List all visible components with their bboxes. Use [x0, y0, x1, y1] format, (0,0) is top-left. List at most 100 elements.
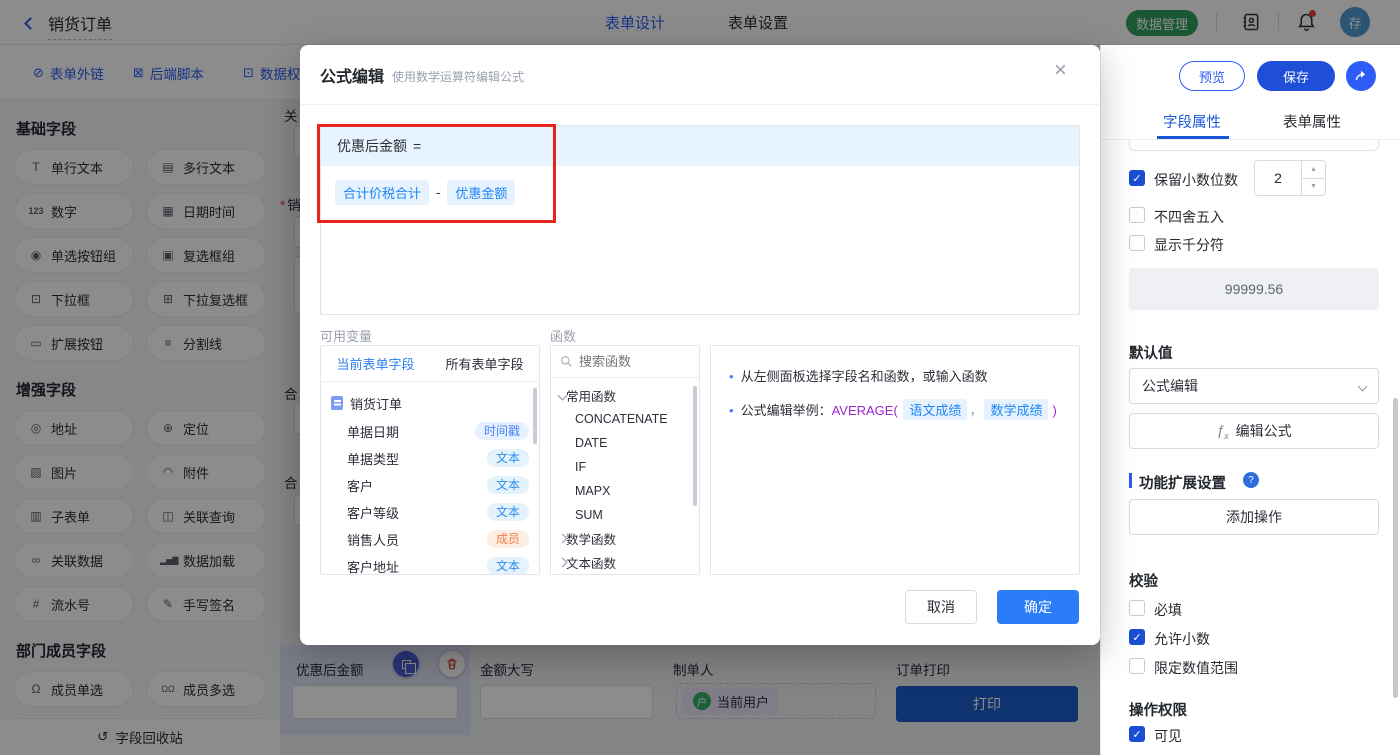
variable-row[interactable]: 单据日期时间戳: [321, 418, 539, 444]
field-pill-multi-select[interactable]: ⊞下拉复选框: [146, 281, 266, 317]
stepper-up[interactable]: ▲: [1302, 161, 1325, 179]
field-recycle-bin[interactable]: ↺字段回收站: [0, 718, 280, 755]
field-pill-serial-number[interactable]: #流水号: [14, 586, 134, 622]
contacts-icon[interactable]: [1241, 12, 1261, 35]
tab-form-settings[interactable]: 表单设置: [728, 12, 788, 33]
field-pill-single-line-text[interactable]: T单行文本: [14, 149, 134, 185]
decimal-checkbox[interactable]: ✓: [1129, 170, 1145, 186]
field-pill-multi-line-text[interactable]: ▤多行文本: [146, 149, 266, 185]
field-pill-radio-group[interactable]: ◉单选按钮组: [14, 237, 134, 273]
partial-field-label: 合: [284, 472, 298, 492]
close-icon[interactable]: ×: [1054, 59, 1067, 81]
field-pill-select[interactable]: ⊡下拉框: [14, 281, 134, 317]
field-pill-signature[interactable]: ✎手写签名: [146, 586, 266, 622]
scrollbar-thumb[interactable]: [693, 386, 697, 506]
edit-formula-button[interactable]: ƒx 编辑公式: [1129, 413, 1379, 449]
notification-bell-icon[interactable]: [1296, 11, 1317, 35]
field-pill-data-load[interactable]: ▂▅▇数据加载: [146, 542, 266, 578]
tab-all-form-fields[interactable]: 所有表单字段: [430, 346, 539, 381]
field-pill-checkbox-group[interactable]: ▣复选框组: [146, 237, 266, 273]
field-pill-subform[interactable]: ▥子表单: [14, 498, 134, 534]
delete-field-button[interactable]: [439, 651, 465, 677]
required-checkbox[interactable]: [1129, 600, 1145, 616]
decimal-stepper[interactable]: 2 ▲ ▼: [1254, 160, 1326, 196]
thousand-sep-checkbox[interactable]: [1129, 235, 1145, 251]
back-button[interactable]: [26, 16, 35, 31]
field-pill-linked-data[interactable]: ∞关联数据: [14, 542, 134, 578]
function-item[interactable]: DATE: [551, 431, 699, 454]
field-pill-number[interactable]: 123数字: [14, 193, 134, 229]
data-manage-button[interactable]: 数据管理: [1126, 10, 1198, 36]
decimal-label: 保留小数位数: [1154, 170, 1238, 190]
confirm-button[interactable]: 确定: [997, 590, 1079, 624]
variable-row[interactable]: 销售人员成员: [321, 526, 539, 552]
bullet-icon: •: [729, 403, 734, 418]
share-button[interactable]: [1346, 61, 1376, 91]
tab-form-design[interactable]: 表单设计: [605, 12, 665, 33]
target-icon: ⊕: [160, 421, 176, 435]
scrollbar-thumb[interactable]: [533, 388, 537, 444]
function-item[interactable]: CONCATENATE: [551, 407, 699, 430]
field-pill-attachment[interactable]: ◠附件: [146, 454, 266, 490]
variable-row[interactable]: 客户地址文本: [321, 553, 539, 575]
function-group-common[interactable]: 常用函数: [551, 384, 699, 407]
avatar[interactable]: 存: [1340, 7, 1370, 37]
field-pill-linked-query[interactable]: ◫关联查询: [146, 498, 266, 534]
function-group-math[interactable]: 数学函数: [551, 527, 699, 550]
multi-dropdown-icon: ⊞: [160, 292, 176, 306]
field-pill-location[interactable]: ⊕定位: [146, 410, 266, 446]
cancel-button[interactable]: 取消: [905, 590, 977, 624]
discounted-amount-input[interactable]: [292, 685, 458, 719]
partial-field-label: *销: [280, 194, 301, 214]
help-icon[interactable]: ?: [1243, 472, 1259, 488]
field-pill-image[interactable]: ▧图片: [14, 454, 134, 490]
tab-field-props[interactable]: 字段属性: [1163, 111, 1221, 132]
notification-dot: [1309, 10, 1316, 17]
tab-form-props[interactable]: 表单属性: [1283, 111, 1341, 132]
preview-button[interactable]: 预览: [1179, 61, 1245, 91]
default-value-select[interactable]: 公式编辑: [1129, 368, 1379, 404]
amount-words-input[interactable]: [480, 685, 653, 719]
window-scrollbar[interactable]: [1393, 398, 1398, 698]
form-external-link[interactable]: ⊘表单外链: [33, 63, 104, 83]
stepper-down[interactable]: ▼: [1302, 179, 1325, 196]
print-button[interactable]: 打印: [896, 686, 1078, 722]
field-pill-member-single[interactable]: Ω成员单选: [14, 671, 134, 707]
no-rounding-checkbox[interactable]: [1129, 207, 1145, 223]
variable-row[interactable]: 客户文本: [321, 472, 539, 498]
function-item[interactable]: MAPX: [551, 479, 699, 502]
visible-checkbox[interactable]: ✓: [1129, 726, 1145, 742]
field-pill-datetime[interactable]: ▦日期时间: [146, 193, 266, 229]
variable-row[interactable]: 客户等级文本: [321, 499, 539, 525]
form-title[interactable]: 销货订单: [48, 11, 112, 40]
dropdown-icon: ⊡: [28, 292, 44, 306]
variable-row[interactable]: 单据类型文本: [321, 445, 539, 471]
section-title-basic: 基础字段: [16, 118, 280, 139]
tab-current-form-fields[interactable]: 当前表单字段: [321, 346, 430, 381]
fx-icon: ƒx: [1216, 422, 1228, 441]
allow-decimal-checkbox[interactable]: ✓: [1129, 629, 1145, 645]
function-search[interactable]: [551, 346, 699, 378]
link-icon: ⊘: [33, 65, 44, 81]
function-item[interactable]: SUM: [551, 503, 699, 526]
add-action-button[interactable]: 添加操作: [1129, 499, 1379, 535]
current-user-chip[interactable]: 户当前用户: [683, 688, 779, 714]
field-pill-member-multi[interactable]: ΩΩ成员多选: [146, 671, 266, 707]
help-line-1: •从左侧面板选择字段名和函数，或输入函数: [729, 366, 1079, 385]
field-pill-divider[interactable]: ≡分割线: [146, 325, 266, 361]
save-button[interactable]: 保存: [1257, 61, 1335, 91]
creator-field[interactable]: 户当前用户: [676, 683, 876, 719]
section-title-enhanced: 增强字段: [16, 379, 280, 400]
field-pill-address[interactable]: ◎地址: [14, 410, 134, 446]
function-search-input[interactable]: [579, 354, 679, 369]
required-mark: *: [280, 198, 285, 213]
copy-field-button[interactable]: [393, 651, 419, 677]
function-item[interactable]: IF: [551, 455, 699, 478]
limit-range-checkbox[interactable]: [1129, 658, 1145, 674]
backend-script[interactable]: ⊠后端脚本: [133, 63, 204, 83]
tree-root-form[interactable]: 销货订单: [321, 390, 539, 416]
function-group-text[interactable]: 文本函数: [551, 551, 699, 574]
divider-icon: ≡: [160, 336, 176, 350]
field-pill-extend-button[interactable]: ▭扩展按钮: [14, 325, 134, 361]
order-print-label: 订单打印: [896, 659, 950, 679]
